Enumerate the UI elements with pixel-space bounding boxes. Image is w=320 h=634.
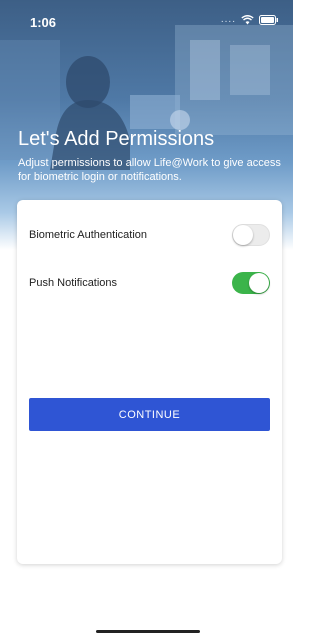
status-bar: 1:06 .... bbox=[0, 0, 293, 40]
home-indicator[interactable] bbox=[96, 630, 200, 633]
page-title: Let's Add Permissions bbox=[18, 128, 215, 150]
toggle-knob bbox=[249, 273, 269, 293]
status-time: 1:06 bbox=[30, 15, 57, 30]
continue-button[interactable]: CONTINUE bbox=[29, 398, 270, 431]
biometric-row: Biometric Authentication bbox=[29, 222, 270, 248]
biometric-label: Biometric Authentication bbox=[29, 229, 148, 241]
push-notifications-toggle[interactable] bbox=[232, 272, 270, 294]
status-icons: .... bbox=[221, 14, 279, 25]
push-notifications-row: Push Notifications bbox=[29, 270, 270, 296]
signal-icon: .... bbox=[220, 14, 236, 25]
wifi-icon bbox=[241, 14, 254, 24]
push-notifications-label: Push Notifications bbox=[29, 277, 118, 289]
biometric-toggle[interactable] bbox=[232, 224, 270, 246]
page-subtitle: Adjust permissions to allow Life@Work to… bbox=[18, 157, 281, 183]
battery-icon bbox=[259, 14, 278, 25]
toggle-knob bbox=[233, 225, 253, 245]
permissions-card: Biometric Authentication Push Notificati… bbox=[17, 200, 282, 564]
